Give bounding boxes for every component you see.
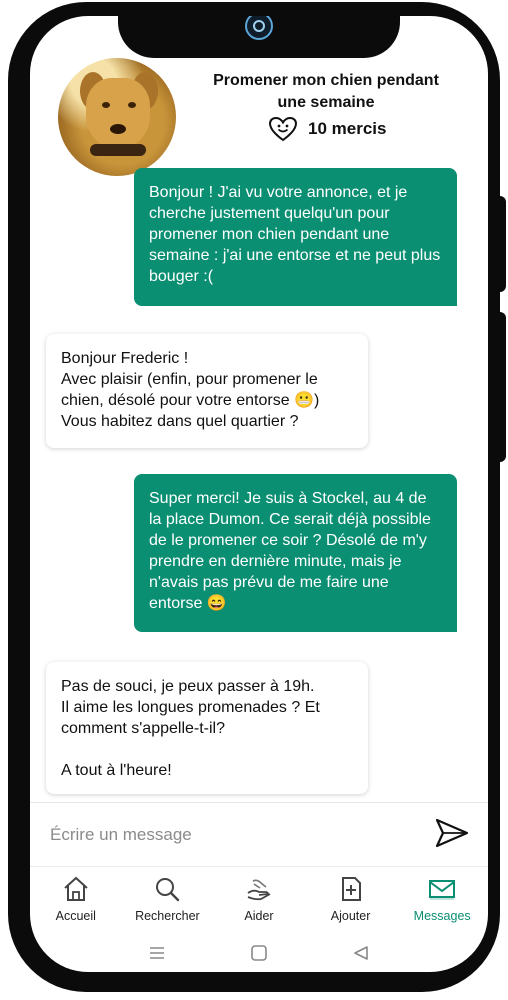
home-icon bbox=[64, 876, 88, 901]
home-button-icon[interactable] bbox=[250, 944, 268, 962]
helping-hand-icon bbox=[247, 879, 271, 901]
dog-eye-left bbox=[102, 102, 110, 108]
message-sent: Super merci! Je suis à Stockel, au 4 de … bbox=[134, 474, 457, 632]
nav-item-messages[interactable]: Messages bbox=[396, 867, 488, 933]
thanks-counter[interactable]: 10 mercis bbox=[268, 116, 386, 142]
thanks-count: 10 mercis bbox=[308, 119, 387, 138]
nav-item-accueil[interactable]: Accueil bbox=[30, 867, 122, 933]
nav-item-aider[interactable]: Aider bbox=[213, 867, 305, 933]
add-document-icon bbox=[341, 877, 361, 901]
bottom-navigation: Accueil Rechercher Aider Ajouter Message… bbox=[30, 866, 488, 933]
search-icon bbox=[156, 878, 180, 902]
back-icon[interactable] bbox=[352, 944, 370, 962]
nav-label: Rechercher bbox=[135, 909, 200, 923]
nav-label: Accueil bbox=[55, 909, 96, 923]
nav-item-ajouter[interactable]: Ajouter bbox=[305, 867, 397, 933]
nav-label: Messages bbox=[413, 909, 471, 923]
avatar[interactable] bbox=[58, 58, 176, 176]
notch bbox=[118, 16, 400, 58]
heart-smile-icon bbox=[268, 116, 298, 142]
page-title: Promener mon chien pendant une semaine bbox=[213, 72, 439, 111]
dog-eye-right bbox=[128, 102, 136, 108]
nav-item-rechercher[interactable]: Rechercher bbox=[122, 867, 214, 933]
envelope-icon bbox=[429, 880, 456, 900]
message-input[interactable] bbox=[48, 821, 412, 849]
screen: Promener mon chien pendant une semaine 1… bbox=[30, 16, 488, 972]
front-camera bbox=[245, 16, 273, 40]
message-received: Bonjour Frederic ! Avec plaisir (enfin, … bbox=[46, 334, 368, 448]
recent-apps-icon[interactable] bbox=[148, 945, 166, 961]
message-sent: Bonjour ! J'ai vu votre annonce, et je c… bbox=[134, 168, 457, 306]
message-received: Pas de souci, je peux passer à 19h. Il a… bbox=[46, 662, 368, 794]
power-button bbox=[498, 312, 506, 462]
system-navigation-bar bbox=[30, 934, 488, 972]
nav-label: Aider bbox=[244, 909, 274, 923]
dog-head bbox=[86, 78, 150, 148]
volume-button bbox=[498, 196, 506, 292]
send-icon[interactable] bbox=[434, 815, 470, 851]
nav-label: Ajouter bbox=[330, 909, 371, 923]
dog-nose bbox=[110, 124, 126, 134]
composer-bar bbox=[30, 802, 488, 867]
dog-collar bbox=[90, 144, 146, 156]
